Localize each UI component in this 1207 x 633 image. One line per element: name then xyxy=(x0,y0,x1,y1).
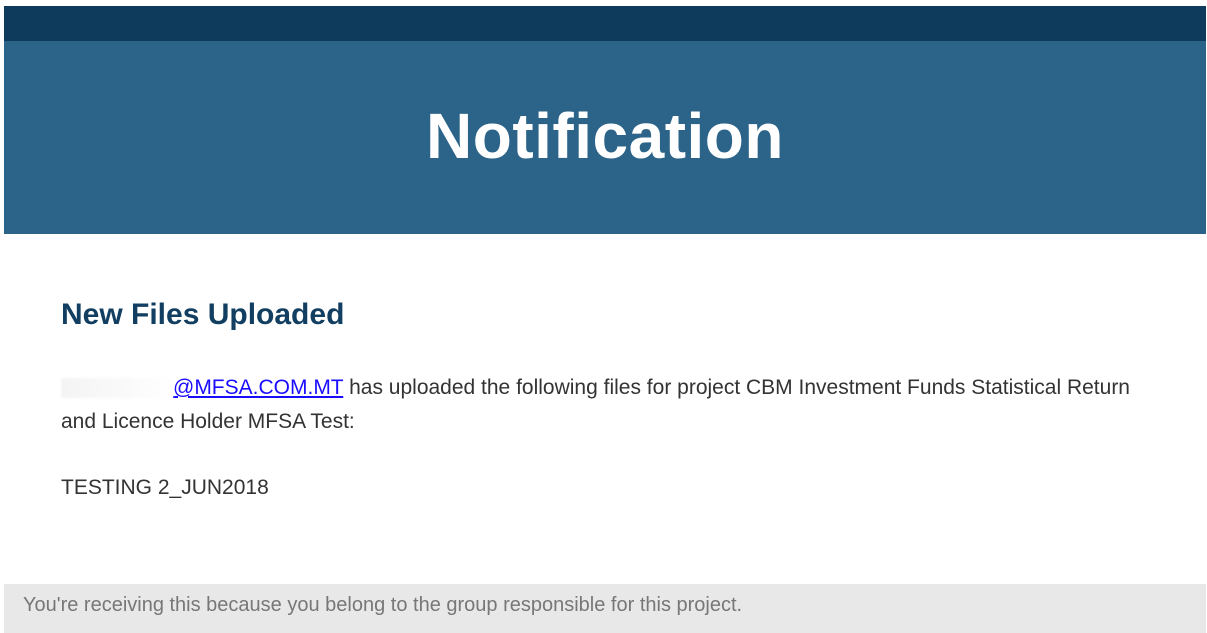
email-footer: You're receiving this because you belong… xyxy=(4,584,1206,633)
upload-message: @MFSA.COM.MT has uploaded the following … xyxy=(61,371,1151,439)
notification-email: Notification New Files Uploaded @MFSA.CO… xyxy=(4,6,1206,633)
sender-email-link[interactable]: @MFSA.COM.MT xyxy=(173,376,343,399)
footer-text: You're receiving this because you belong… xyxy=(23,594,743,616)
banner-title: Notification xyxy=(426,99,784,172)
redacted-sender-name xyxy=(61,378,173,399)
notification-banner: Notification xyxy=(4,41,1206,234)
email-content: New Files Uploaded @MFSA.COM.MT has uplo… xyxy=(4,234,1206,584)
top-strip xyxy=(4,6,1206,41)
uploaded-file-name: TESTING 2_JUN2018 xyxy=(61,476,269,499)
section-heading: New Files Uploaded xyxy=(61,298,345,331)
